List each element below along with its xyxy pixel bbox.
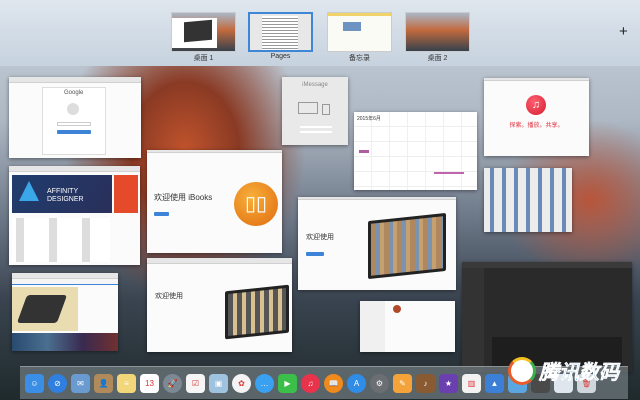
space-desktop-1-thumbnail[interactable] <box>171 12 236 52</box>
ibooks-dock-icon[interactable]: 📖 <box>324 373 343 393</box>
ibooks-store-welcome-title: 欢迎使用 <box>155 293 183 300</box>
itunes-tagline: 探索。播放。共享。 <box>509 123 564 129</box>
add-space-button[interactable]: + <box>619 23 628 40</box>
numbers-dock-icon[interactable]: ▥ <box>462 373 481 393</box>
space-notes-thumbnail[interactable] <box>327 12 392 52</box>
itunes-dock-icon[interactable]: ♫ <box>301 373 320 393</box>
imessage-title: iMessage <box>302 82 328 88</box>
window-itunes[interactable]: ♫ 探索。播放。共享。 <box>484 78 589 156</box>
photos-welcome-title: 欢迎使用 <box>306 234 334 241</box>
spaces-bar: 桌面 1 Pages 备忘录 桌面 2 + <box>0 0 640 66</box>
window-ibooks-store[interactable]: 欢迎使用 <box>147 258 292 352</box>
launchpad-dock-icon[interactable]: 🚀 <box>163 373 182 393</box>
window-messages[interactable] <box>360 301 455 352</box>
calendar-dock-icon[interactable]: 13 <box>140 373 159 393</box>
calendar-month-title: 2015年6月 <box>357 116 381 122</box>
ibooks-icon: ▯▯ <box>234 182 278 226</box>
pages-dock-icon[interactable]: ✎ <box>393 373 412 393</box>
reminders-dock-icon[interactable]: ☑ <box>186 373 205 393</box>
watermark: 腾讯数码 <box>508 356 619 385</box>
window-photos[interactable]: 欢迎使用 <box>298 197 456 290</box>
space-pages-thumbnail[interactable] <box>248 12 313 52</box>
space-label: 备忘录 <box>349 55 370 62</box>
window-ibooks[interactable]: 欢迎使用 iBooks ▯▯ <box>147 150 282 253</box>
ibooks-welcome-title: 欢迎使用 iBooks <box>154 193 213 202</box>
imovie-dock-icon[interactable]: ★ <box>439 373 458 393</box>
window-safari-news[interactable] <box>12 273 118 351</box>
keynote-dock-icon[interactable]: ▲ <box>485 373 504 393</box>
photos-dock-icon[interactable]: ✿ <box>232 373 251 393</box>
itunes-icon: ♫ <box>526 95 546 115</box>
space-label: 桌面 1 <box>193 55 214 62</box>
window-calendar[interactable]: 2015年6月 <box>354 112 477 190</box>
contacts-dock-icon[interactable]: 👤 <box>94 373 113 393</box>
window-app-store[interactable]: AFFINITY DESIGNER <box>9 166 140 265</box>
space-label: 桌面 2 <box>427 55 448 62</box>
notes-dock-icon[interactable]: ≡ <box>117 373 136 393</box>
safari-dock-icon[interactable]: ⊘ <box>48 373 67 393</box>
messages-dock-icon[interactable]: … <box>255 373 274 393</box>
system-preferences-dock-icon[interactable]: ⚙ <box>370 373 389 393</box>
preview-dock-icon[interactable]: ▣ <box>209 373 228 393</box>
garageband-dock-icon[interactable]: ♪ <box>416 373 435 393</box>
app-store-dock-icon[interactable]: A <box>347 373 366 393</box>
window-system-preferences[interactable] <box>484 168 572 232</box>
finder-dock-icon[interactable]: ☺ <box>25 373 44 393</box>
window-safari-google[interactable]: Google <box>9 77 141 158</box>
window-imessage[interactable]: iMessage <box>282 77 348 145</box>
tencent-logo-icon <box>508 356 536 385</box>
watermark-text: 腾讯数码 <box>539 362 620 385</box>
space-label: Pages <box>270 53 291 60</box>
facetime-dock-icon[interactable]: ▶ <box>278 373 297 393</box>
mail-dock-icon[interactable]: ✉ <box>71 373 90 393</box>
google-logo: Google <box>64 90 84 96</box>
space-desktop-2-thumbnail[interactable] <box>405 12 470 52</box>
appstore-banner-title: AFFINITY DESIGNER <box>47 188 84 203</box>
